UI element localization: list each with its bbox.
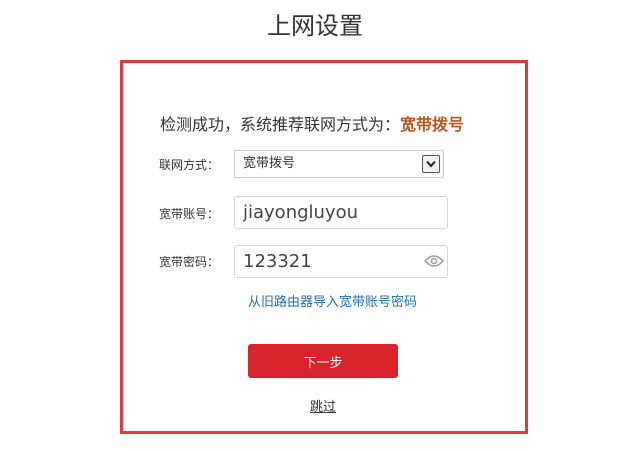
import-from-old-router-link[interactable]: 从旧路由器导入宽带账号密码 [248, 294, 417, 312]
detection-message: 检测成功，系统推荐联网方式为：宽带拨号 [160, 114, 520, 136]
detection-text: 检测成功，系统推荐联网方式为： [160, 115, 401, 134]
connection-type-label: 联网方式： [159, 158, 220, 172]
account-input[interactable] [234, 196, 448, 229]
page-title: 上网设置 [267, 12, 363, 40]
password-label: 宽带密码： [159, 255, 220, 269]
account-label: 宽带账号： [159, 207, 220, 221]
connection-type-value: 宽带拨号 [243, 156, 296, 171]
next-button[interactable]: 下一步 [248, 344, 398, 378]
skip-link[interactable]: 跳过 [310, 400, 336, 416]
password-input[interactable] [234, 245, 448, 278]
recommended-method: 宽带拨号 [400, 115, 465, 134]
eye-icon[interactable] [424, 253, 444, 267]
connection-type-select[interactable]: 宽带拨号 [234, 150, 444, 178]
chevron-down-icon[interactable] [422, 155, 440, 173]
